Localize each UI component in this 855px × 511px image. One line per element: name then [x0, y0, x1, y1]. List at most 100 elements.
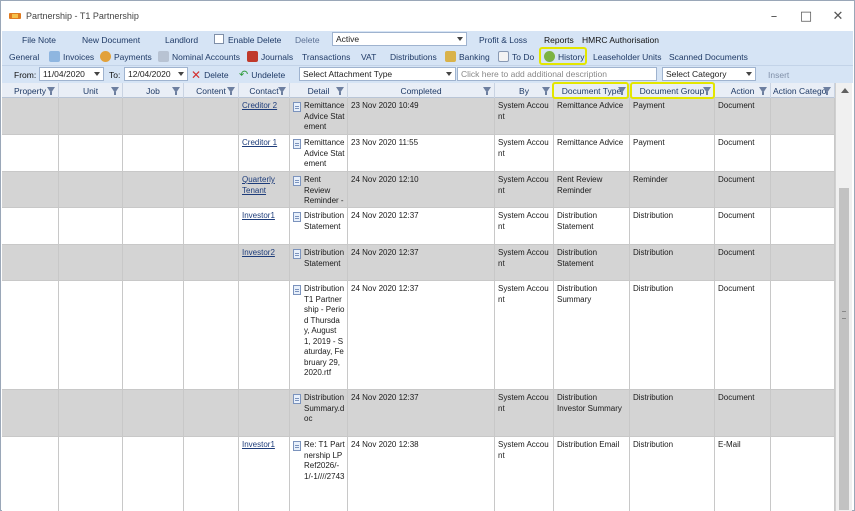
hmrc-authorisation-button[interactable]: HMRC Authorisation	[582, 35, 659, 45]
document-icon	[293, 285, 301, 295]
cell-detail[interactable]: Remittance Advice Statement	[290, 135, 348, 171]
delete-attachment-button[interactable]: ✕ Delete	[191, 68, 229, 82]
column-header-by[interactable]: By	[495, 83, 554, 98]
tab-nominal-accounts[interactable]: Nominal Accounts	[158, 51, 240, 62]
tab-transactions[interactable]: Transactions	[302, 52, 350, 62]
cell-job	[123, 98, 184, 134]
highlight-document-group-column	[630, 82, 715, 99]
filter-icon[interactable]	[759, 87, 767, 95]
column-header-contact[interactable]: Contact	[239, 83, 290, 98]
tab-distributions[interactable]: Distributions	[390, 52, 437, 62]
cell-contact-link[interactable]: Creditor 1	[239, 135, 290, 171]
filter-icon[interactable]	[483, 87, 491, 95]
cell-detail[interactable]: Rent Review Reminder -	[290, 172, 348, 207]
cell-contact-link[interactable]: Investor1	[239, 437, 290, 511]
filter-icon[interactable]	[336, 87, 344, 95]
cell-detail-text: Distribution Statement	[304, 248, 345, 268]
cell-detail[interactable]: Re: T1 Partnership LP Ref2026/-1/-1////2…	[290, 437, 348, 511]
cell-content	[184, 172, 239, 207]
cell-detail[interactable]: Distribution T1 Partnership - Period Thu…	[290, 281, 348, 389]
filter-icon[interactable]	[823, 87, 831, 95]
tab-banking[interactable]: Banking	[445, 51, 490, 62]
cell-contact-link[interactable]: Creditor 2	[239, 98, 290, 134]
cell-document-type: Remittance Advice	[554, 135, 630, 171]
column-header-action[interactable]: Action	[715, 83, 771, 98]
cell-contact-link[interactable]: Quarterly Tenant	[239, 172, 290, 207]
delete-toolbar-button[interactable]: Delete	[295, 35, 320, 45]
cell-action: Document	[715, 98, 771, 134]
landlord-button[interactable]: Landlord	[165, 35, 198, 45]
to-date-value: 12/04/2020	[128, 69, 171, 79]
maximize-button[interactable]: □	[790, 1, 822, 31]
cell-content	[184, 208, 239, 244]
filter-icon[interactable]	[278, 87, 286, 95]
category-select[interactable]: Select Category	[662, 67, 756, 81]
tab-invoices[interactable]: Invoices	[49, 51, 94, 62]
enable-delete-checkbox[interactable]	[214, 34, 224, 44]
cell-detail[interactable]: Distribution Statement	[290, 245, 348, 280]
column-header-detail[interactable]: Detail	[290, 83, 348, 98]
tab-leaseholder-units[interactable]: Leaseholder Units	[593, 52, 662, 62]
insert-button[interactable]: Insert	[768, 70, 789, 80]
checklist-icon	[498, 51, 509, 62]
cell-document-type: Distribution Statement	[554, 208, 630, 244]
vertical-scrollbar[interactable]	[835, 83, 852, 511]
undelete-button[interactable]: ↶ Undelete	[239, 68, 285, 81]
column-header-action-category[interactable]: Action Catego	[771, 83, 835, 98]
cell-contact-link[interactable]: Investor1	[239, 208, 290, 244]
status-select-value: Active	[336, 34, 360, 44]
cell-action-category	[771, 208, 835, 244]
column-header-label: Action	[730, 85, 755, 96]
cell-contact	[239, 281, 290, 389]
from-date-picker[interactable]: 11/04/2020	[39, 67, 104, 81]
column-header-job[interactable]: Job	[123, 83, 184, 98]
attachment-type-select[interactable]: Select Attachment Type	[299, 67, 456, 81]
table-row[interactable]: Investor2 Distribution Statement 24 Nov …	[2, 245, 835, 281]
table-row[interactable]: Creditor 2 Remittance Advice Statement 2…	[2, 98, 835, 135]
column-header-content[interactable]: Content	[184, 83, 239, 98]
column-header-completed[interactable]: Completed	[348, 83, 495, 98]
filter-icon[interactable]	[111, 87, 119, 95]
tab-general[interactable]: General	[9, 52, 39, 62]
cell-detail[interactable]: Remittance Advice Statement	[290, 98, 348, 134]
minimize-button[interactable]: –	[758, 1, 790, 31]
table-row[interactable]: Distribution T1 Partnership - Period Thu…	[2, 281, 835, 390]
to-date-picker[interactable]: 12/04/2020	[124, 67, 188, 81]
filter-icon[interactable]	[542, 87, 550, 95]
scroll-up-arrow-icon[interactable]	[841, 88, 849, 93]
cell-detail-text: Remittance Advice Statement	[304, 101, 345, 131]
table-row[interactable]: Quarterly Tenant Rent Review Reminder - …	[2, 172, 835, 208]
scrollbar-thumb[interactable]	[839, 188, 849, 510]
table-row[interactable]: Investor1 Re: T1 Partnership LP Ref2026/…	[2, 437, 835, 511]
table-row[interactable]: Creditor 1 Remittance Advice Statement 2…	[2, 135, 835, 172]
cell-detail[interactable]: Distribution Statement	[290, 208, 348, 244]
tab-scanned-documents[interactable]: Scanned Documents	[669, 52, 748, 62]
cell-action-category	[771, 135, 835, 171]
reports-button[interactable]: Reports	[544, 35, 574, 45]
column-header-unit[interactable]: Unit	[59, 83, 123, 98]
filter-icon[interactable]	[227, 87, 235, 95]
file-note-button[interactable]: File Note	[22, 35, 56, 45]
tab-payments[interactable]: Payments	[100, 51, 152, 62]
tab-vat[interactable]: VAT	[361, 52, 376, 62]
cell-detail[interactable]: Distribution Summary.doc	[290, 390, 348, 436]
close-button[interactable]: ✕	[822, 1, 854, 31]
description-input[interactable]: Click here to add additional description	[457, 67, 657, 81]
coins-icon	[100, 51, 111, 62]
table-row[interactable]: Investor1 Distribution Statement 24 Nov …	[2, 208, 835, 245]
cell-document-group: Payment	[630, 98, 715, 134]
new-document-button[interactable]: New Document	[82, 35, 140, 45]
filter-icon[interactable]	[172, 87, 180, 95]
cell-unit	[59, 172, 123, 207]
status-select[interactable]: Active	[332, 32, 467, 46]
profit-loss-button[interactable]: Profit & Loss	[479, 35, 527, 45]
cell-contact-link[interactable]: Investor2	[239, 245, 290, 280]
tab-journals[interactable]: Journals	[247, 51, 293, 62]
filter-icon[interactable]	[47, 87, 55, 95]
column-header-property[interactable]: Property	[2, 83, 59, 98]
table-row[interactable]: Distribution Summary.doc 24 Nov 2020 12:…	[2, 390, 835, 437]
cell-job	[123, 135, 184, 171]
cell-content	[184, 281, 239, 389]
tab-todo[interactable]: To Do	[498, 51, 534, 62]
document-icon	[293, 176, 301, 186]
